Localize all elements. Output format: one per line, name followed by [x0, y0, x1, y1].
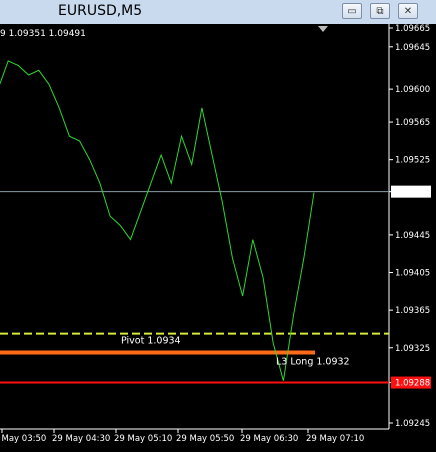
time-tick-label: 29 May 03:50	[0, 434, 46, 444]
price-tick-label: 1.09288	[395, 379, 430, 389]
time-tick-label: 29 May 07:10	[306, 434, 364, 444]
price-tick-label: 1.09491	[395, 188, 430, 198]
price-tick-label: 1.09245	[395, 419, 430, 429]
window-titlebar[interactable]: EURUSD,M5 ▭ ⧉ ✕	[0, 0, 436, 25]
close-button[interactable]: ✕	[398, 3, 418, 19]
price-tick-label: 1.09665	[395, 24, 430, 34]
window-title: EURUSD,M5	[58, 3, 143, 19]
price-tick-label: 1.09645	[395, 43, 430, 53]
time-tick-label: 29 May 05:50	[176, 434, 234, 444]
price-tick-label: 1.09365	[395, 306, 430, 316]
price-tick-label: 1.09525	[395, 156, 430, 166]
price-chart[interactable]: 1.09665 1.09645 1.09600 1.09565 1.09525 1.094…	[0, 24, 436, 452]
restore-button[interactable]: ⧉	[370, 3, 390, 19]
minimize-button[interactable]: ▭	[342, 3, 362, 19]
price-tick-label: 1.09565	[395, 118, 430, 128]
time-tick-label: 29 May 05:10	[114, 434, 172, 444]
price-tick-label: 1.09600	[395, 85, 430, 95]
time-tick-label: 29 May 04:30	[52, 434, 110, 444]
chart-area[interactable]: 9 1.09351 1.09491 1.09665 1.09645 1.09600 1…	[0, 24, 436, 452]
chart-shift-marker-icon[interactable]	[318, 26, 328, 32]
l3-long-label: L3 Long 1.0932	[276, 356, 350, 367]
price-tick-label: 1.09405	[395, 269, 430, 279]
time-tick-label: 29 May 06:30	[240, 434, 298, 444]
price-tick-label: 1.09325	[395, 344, 430, 354]
price-tick-label: 1.09445	[395, 231, 430, 241]
pivot-label: Pivot 1.0934	[121, 336, 181, 347]
